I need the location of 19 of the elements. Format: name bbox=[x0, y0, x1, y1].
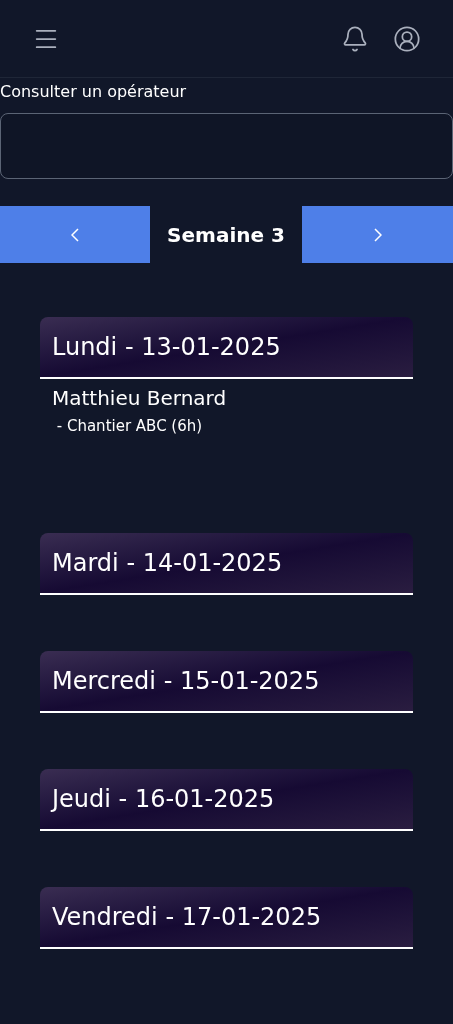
day-title: Lundi - 13-01-2025 bbox=[52, 332, 281, 363]
week-title: Semaine 3 bbox=[166, 221, 286, 249]
day-header[interactable]: Lundi - 13-01-2025 bbox=[40, 317, 413, 379]
chevron-right-icon bbox=[373, 227, 382, 242]
field-label: Consulter un opérateur bbox=[0, 81, 188, 103]
day-title: Vendredi - 17-01-2025 bbox=[52, 902, 322, 933]
day-header[interactable]: Jeudi - 16-01-2025 bbox=[40, 769, 413, 831]
day-title: Mercredi - 15-01-2025 bbox=[52, 666, 320, 697]
operator-field[interactable] bbox=[0, 113, 453, 179]
day-header[interactable]: Mercredi - 15-01-2025 bbox=[40, 651, 413, 713]
operator-name: Matthieu Bernard bbox=[52, 385, 228, 412]
day-title: Mardi - 14-01-2025 bbox=[52, 548, 283, 579]
day-header[interactable]: Mardi - 14-01-2025 bbox=[40, 533, 413, 595]
user-icon[interactable] bbox=[393, 24, 421, 53]
chevron-left-icon bbox=[71, 227, 79, 242]
bell-icon[interactable] bbox=[341, 24, 369, 53]
task-text: - Chantier ABC (6h) bbox=[55, 416, 204, 437]
day-header[interactable]: Vendredi - 17-01-2025 bbox=[40, 887, 413, 949]
day-title: Jeudi - 16-01-2025 bbox=[52, 784, 275, 815]
